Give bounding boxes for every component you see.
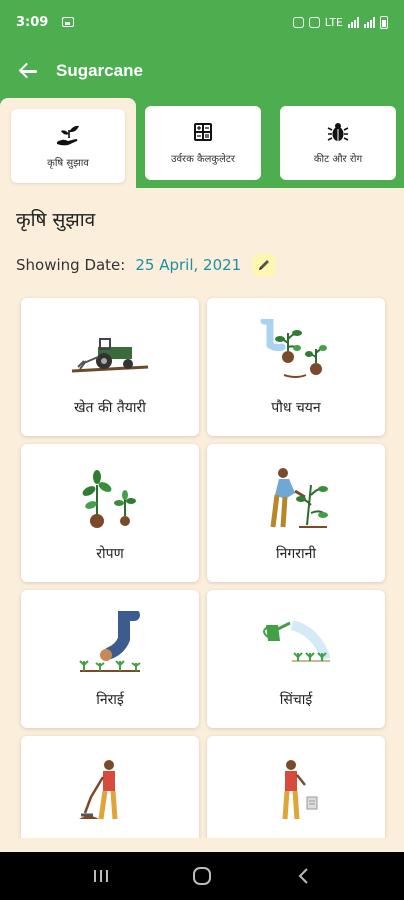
section-title: कृषि सुझाव — [16, 209, 96, 231]
tab-pests-diseases[interactable]: कीट और रोग — [280, 106, 396, 180]
home-icon[interactable] — [182, 861, 222, 891]
sprout-hand-icon — [54, 123, 82, 147]
card-weeding[interactable]: निराई — [21, 590, 199, 728]
back-nav-icon[interactable] — [283, 861, 323, 891]
activity-grid: खेत की तैयारी पौध चयन रोपण निगरानी निराई… — [0, 290, 404, 838]
card-irrigation[interactable]: सिंचाई — [207, 590, 385, 728]
edit-date-icon[interactable] — [253, 254, 276, 276]
signal-icon — [348, 16, 359, 28]
system-nav-bar — [0, 852, 404, 900]
tab-label: उर्वरक कैलकुलेटर — [170, 154, 236, 165]
status-bar: 3:09 LTE — [0, 0, 404, 44]
card-label: रोपण — [96, 546, 124, 562]
plant-selection-icon — [207, 312, 385, 392]
planting-icon — [21, 458, 199, 538]
tab-krishi-sujhav[interactable]: कृषि सुझाव — [0, 98, 136, 188]
card-label: पौध चयन — [271, 400, 321, 416]
date-label: Showing Date: — [16, 256, 126, 274]
card-monitoring[interactable]: निगरानी — [207, 444, 385, 582]
back-arrow-icon[interactable] — [18, 60, 40, 82]
battery-icon — [380, 15, 388, 29]
signal-icon-2 — [364, 16, 375, 28]
watering-can-icon — [207, 604, 385, 684]
tab-strip: कृषि सुझाव उर्वरक कैलकुलेटर कीट और रोग — [0, 98, 404, 188]
page-title: Sugarcane — [56, 61, 143, 80]
farmer-digging-icon — [21, 750, 199, 830]
recent-apps-icon[interactable] — [81, 861, 121, 891]
card-field-preparation[interactable]: खेत की तैयारी — [21, 298, 199, 436]
farmer-fertilizer-icon — [207, 750, 385, 830]
card-harvesting[interactable] — [21, 736, 199, 838]
alarm-icon — [292, 16, 304, 28]
card-planting[interactable]: रोपण — [21, 444, 199, 582]
network-type-label: LTE — [324, 15, 343, 29]
wifi-calling-icon — [308, 16, 320, 28]
app-bar: Sugarcane — [0, 44, 404, 98]
date-value: 25 April, 2021 — [135, 256, 242, 274]
tab-label: कृषि सुझाव — [47, 158, 89, 169]
bug-icon — [327, 121, 349, 143]
card-label: सिंचाई — [279, 692, 313, 708]
calculator-icon — [192, 121, 214, 143]
card-plant-selection[interactable]: पौध चयन — [207, 298, 385, 436]
date-row: Showing Date: 25 April, 2021 — [16, 254, 276, 276]
card-label: निगरानी — [275, 546, 317, 562]
card-fertilization[interactable] — [207, 736, 385, 838]
gallery-notification-icon — [62, 17, 75, 27]
card-label: निराई — [96, 692, 124, 708]
tractor-icon — [21, 312, 199, 392]
status-time: 3:09 — [16, 14, 49, 30]
card-label: खेत की तैयारी — [74, 400, 146, 416]
tab-fertilizer-calculator[interactable]: उर्वरक कैलकुलेटर — [145, 106, 261, 180]
tab-label: कीट और रोग — [313, 154, 363, 165]
monitoring-icon — [207, 458, 385, 538]
weeding-icon — [21, 604, 199, 684]
